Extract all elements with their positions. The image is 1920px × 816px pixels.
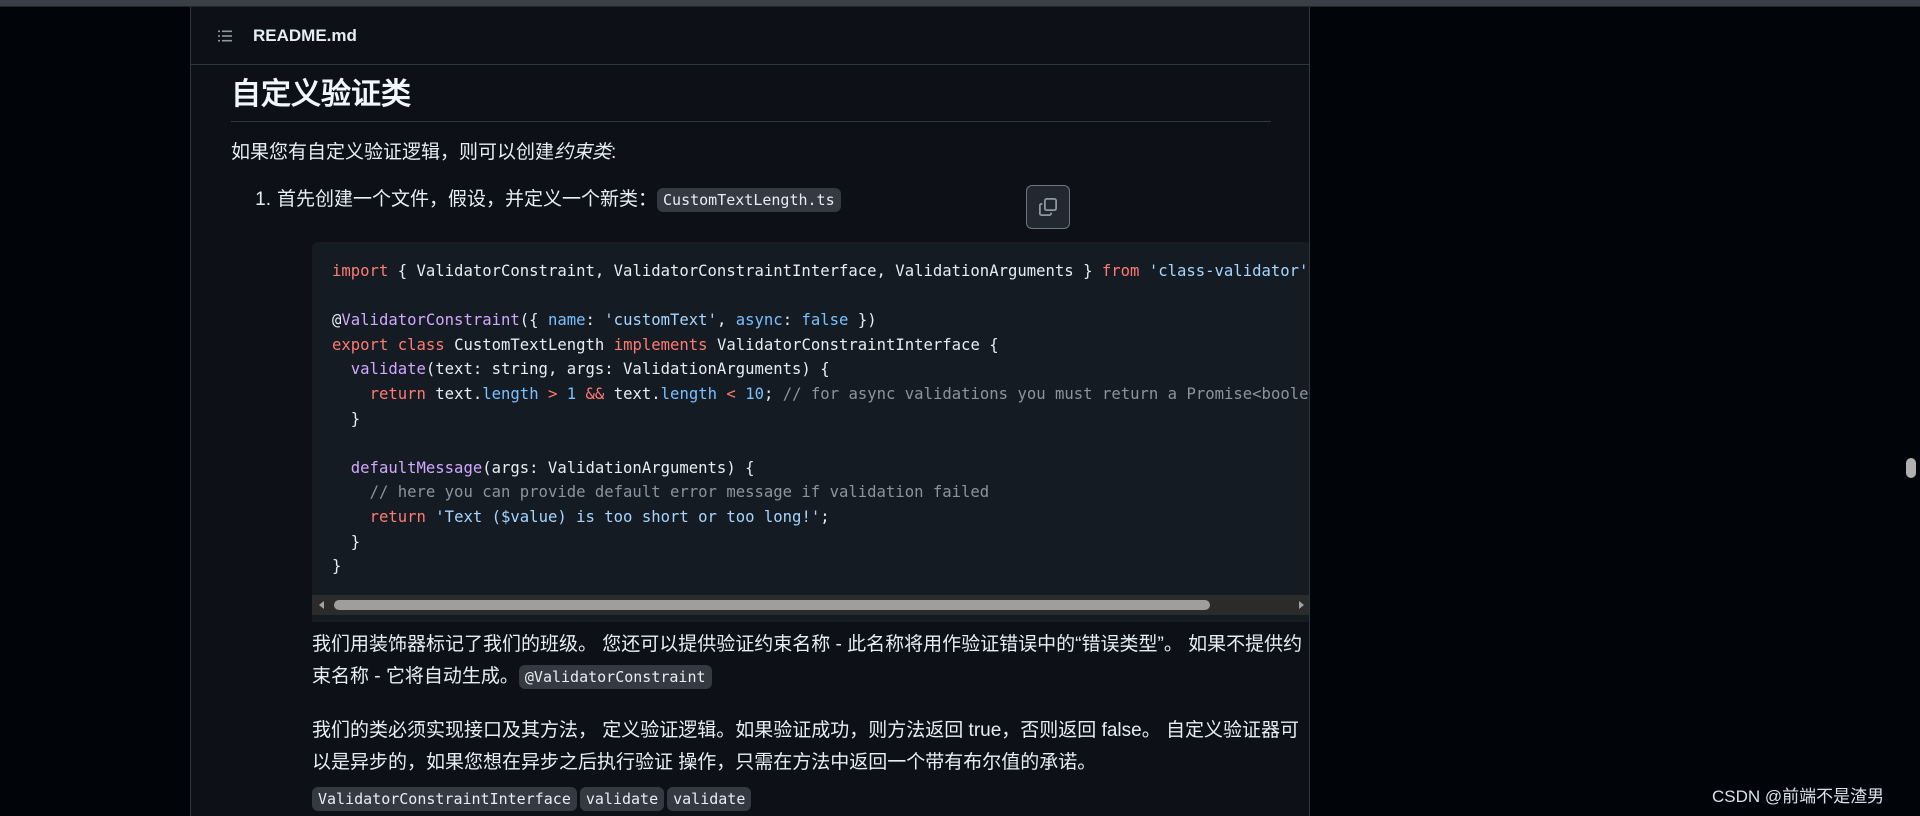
- code-line-11: return 'Text ($value) is too short or to…: [369, 507, 830, 526]
- copy-icon: [1039, 198, 1057, 216]
- interface-paragraph-text: 我们的类必须实现接口及其方法， 定义验证逻辑。如果验证成功，则方法返回 true…: [312, 720, 1299, 773]
- csdn-watermark: CSDN @前端不是渣男: [1712, 787, 1885, 806]
- section-heading: 自定义验证类: [231, 75, 1271, 122]
- interface-paragraph: 我们的类必须实现接口及其方法， 定义验证逻辑。如果验证成功，则方法返回 true…: [312, 715, 1309, 815]
- inline-code-validate: validate: [667, 787, 752, 811]
- code-horizontal-scrollbar[interactable]: [312, 595, 1309, 615]
- file-title[interactable]: README.md: [253, 26, 357, 46]
- inline-code-decorator: @ValidatorConstraint: [518, 665, 712, 689]
- inline-code-validate: validate: [579, 787, 665, 811]
- readme-header: README.md: [191, 7, 1309, 65]
- code-line-10: // here you can provide default error me…: [369, 483, 990, 502]
- code-line-7: }: [332, 409, 361, 428]
- decorator-paragraph: 我们用装饰器标记了我们的班级。 您还可以提供验证约束名称 - 此名称将用作验证错…: [312, 629, 1309, 693]
- inline-code-interface: ValidatorConstraintInterface: [312, 787, 577, 811]
- list-unordered-icon: [218, 30, 232, 41]
- inline-code-group: ValidatorConstraintInterface validate vali…: [312, 783, 1309, 815]
- code-content: import { ValidatorConstraint, ValidatorC…: [332, 259, 1310, 579]
- list-number: 1.: [255, 189, 271, 210]
- code-line-13: }: [332, 557, 342, 576]
- intro-paragraph: 如果您有自定义验证逻辑，则可以创建约束类:: [231, 137, 616, 169]
- intro-text: 如果您有自定义验证逻辑，则可以创建: [231, 142, 555, 163]
- scroll-right-arrow-icon[interactable]: [1291, 595, 1309, 615]
- intro-emphasis: 约束类: [554, 142, 612, 163]
- copy-button[interactable]: [1026, 185, 1070, 229]
- list-item-text: 首先创建一个文件，假设，并定义一个新类：: [277, 189, 658, 210]
- code-block[interactable]: import { ValidatorConstraint, ValidatorC…: [312, 242, 1310, 622]
- code-line-5: validate(text: string, args: ValidationA…: [350, 360, 830, 379]
- page-vertical-scroll-thumb[interactable]: [1906, 458, 1916, 478]
- code-line-9: defaultMessage(args: ValidationArguments…: [350, 458, 755, 477]
- code-line-4: export class CustomTextLength implements…: [332, 335, 999, 354]
- inline-code-filename: CustomTextLength.ts: [657, 188, 841, 212]
- readme-panel: README.md 自定义验证类 如果您有自定义验证逻辑，则可以创建约束类: 1…: [190, 7, 1310, 816]
- code-line-6: return text.length > 1 && text.length < …: [369, 384, 1310, 403]
- scroll-left-arrow-icon[interactable]: [312, 595, 332, 615]
- code-line-12: }: [332, 532, 361, 551]
- code-line-1: import { ValidatorConstraint, ValidatorC…: [332, 262, 1309, 280]
- toc-button[interactable]: [209, 20, 241, 52]
- list-item: 1. 首先创建一个文件，假设，并定义一个新类： CustomTextLength.t…: [251, 184, 841, 216]
- intro-suffix: :: [611, 142, 617, 163]
- scroll-thumb[interactable]: [334, 600, 1210, 610]
- scroll-track[interactable]: [332, 595, 1291, 615]
- decorator-paragraph-text: 我们用装饰器标记了我们的班级。 您还可以提供验证约束名称 - 此名称将用作验证错…: [312, 634, 1303, 687]
- code-line-3: @ValidatorConstraint({ name: 'customText…: [332, 311, 877, 330]
